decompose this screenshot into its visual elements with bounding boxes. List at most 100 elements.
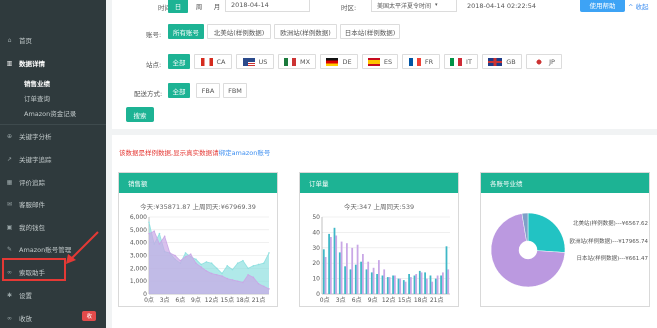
x-tick-label: 18点 — [236, 296, 250, 304]
search-button[interactable]: 搜索 — [126, 107, 154, 122]
data-point — [268, 288, 270, 290]
site-ca[interactable]: CA — [194, 54, 232, 69]
data-point — [200, 263, 202, 266]
site-de[interactable]: DE — [320, 54, 358, 69]
date-input[interactable]: 2018-04-14 — [225, 0, 310, 12]
bar — [338, 252, 341, 294]
timezone-value: 美国太平洋夏令时间 — [377, 2, 432, 10]
account-jp[interactable]: 日本站(样例数据) — [340, 24, 400, 39]
site-gb[interactable]: GB — [482, 54, 522, 69]
site-it[interactable]: IT — [444, 54, 478, 69]
ship-all[interactable]: 全部 — [168, 83, 190, 98]
sidebar-sub-orders[interactable]: 订单查询 — [24, 93, 50, 103]
data-point — [184, 255, 187, 258]
sales-panel: 销售额 今天:¥35871.87 上周同天:¥67969.39 6,000 5,0… — [118, 172, 278, 307]
data-point — [189, 253, 192, 256]
sidebar-item-keyword-tracking[interactable]: ↗ 关键字追踪 — [0, 149, 106, 169]
collapse-link[interactable]: ^ 收起 — [628, 1, 649, 11]
site-label: 站点: — [146, 61, 162, 69]
sidebar-item-data-details[interactable]: ▥ 数据详情 — [0, 53, 106, 73]
site-fr[interactable]: FR — [402, 54, 440, 69]
x-tick-label: 3点 — [336, 296, 346, 304]
sidebar-item-home[interactable]: ⌂ 首页 — [0, 30, 106, 50]
flag-it-icon — [450, 57, 463, 66]
y-tick-label: 50 — [312, 214, 320, 221]
site-label-text: FR — [424, 57, 434, 66]
data-point — [195, 258, 197, 261]
bar — [362, 254, 364, 294]
tab-week[interactable]: 周 — [189, 0, 209, 13]
bar — [431, 281, 434, 294]
orders-panel: 订单量 今天:347 上周同天:539 50 40 30 20 10 0 0点 3点 6点 9点 1… — [299, 172, 459, 307]
bar — [344, 266, 346, 294]
account-na[interactable]: 北美站(样例数据) — [207, 24, 271, 39]
sidebar-item-settings[interactable]: ✱ 设置 — [0, 285, 106, 305]
sidebar-item-collapse[interactable]: ∞ 收放 收 — [0, 308, 106, 328]
data-point — [226, 264, 229, 267]
bar — [420, 272, 423, 294]
x-tick-label: 6点 — [175, 296, 185, 304]
bar — [434, 278, 437, 294]
main-content: 时间: 日 周 月 2018-04-14 时区: 美国太平洋夏令时间 ▾ 2018… — [106, 0, 657, 328]
flag-es-icon — [367, 57, 380, 66]
data-point — [262, 285, 265, 288]
x-tick-label: 9点 — [191, 296, 201, 304]
bar — [378, 260, 380, 294]
data-point — [236, 262, 239, 264]
data-point — [262, 262, 265, 264]
sidebar-item-keyword-analysis[interactable]: ⊕ 关键字分析 — [0, 126, 106, 146]
divider — [0, 124, 106, 125]
sidebar-item-label: 评价追踪 — [19, 179, 45, 187]
sidebar-sub-funds[interactable]: Amazon资金记录 — [24, 108, 76, 118]
ship-fbm[interactable]: FBM — [223, 83, 247, 98]
sidebar-sub-sales[interactable]: 销售业绩 — [24, 78, 50, 88]
data-point — [226, 277, 229, 280]
sidebar-item-review-monitor[interactable]: ▦ 评价追踪 — [0, 172, 106, 192]
data-point — [268, 252, 270, 254]
data-point — [242, 259, 244, 262]
bar — [442, 272, 444, 294]
tab-day[interactable]: 日 — [168, 0, 188, 13]
site-all[interactable]: 全部 — [168, 54, 190, 69]
ship-fba[interactable]: FBA — [196, 83, 220, 98]
y-tick-label: 2,000 — [130, 265, 147, 272]
bar — [360, 261, 362, 294]
x-tick-label: 21点 — [430, 296, 444, 304]
timezone-select[interactable]: 美国太平洋夏令时间 ▾ — [371, 0, 457, 12]
flag-us-icon — [242, 57, 255, 66]
bar — [404, 281, 407, 294]
sidebar-item-label: 关键字追踪 — [19, 156, 52, 164]
data-point — [163, 235, 166, 238]
help-button[interactable]: 使用帮助 — [580, 0, 625, 12]
tz-label: 时区: — [341, 4, 357, 12]
orders-stat: 今天:347 上周同天:539 — [343, 203, 415, 211]
bar — [324, 257, 327, 294]
bar — [445, 246, 448, 294]
site-us[interactable]: US — [236, 54, 274, 69]
trend-icon: ↗ — [6, 155, 13, 163]
filter-panel: 时间: 日 周 月 2018-04-14 时区: 美国太平洋夏令时间 ▾ 2018… — [112, 0, 657, 129]
bind-account-link[interactable]: 绑定amazon账号 — [219, 149, 271, 157]
bar — [429, 275, 432, 294]
site-jp[interactable]: JP — [526, 54, 562, 69]
data-point — [148, 221, 150, 223]
account-eu[interactable]: 欧洲站(样例数据) — [274, 24, 337, 39]
x-tick-label: 9点 — [368, 296, 378, 304]
chart-icon: ▥ — [6, 59, 13, 67]
data-point — [236, 280, 239, 282]
pie-label: 欧洲站(样例数据)---¥17965.74 — [570, 237, 649, 245]
link-icon: ∞ — [7, 314, 12, 322]
sidebar-item-customer-mail[interactable]: ✉ 客服邮件 — [0, 194, 106, 214]
bar — [351, 247, 354, 294]
wallet-icon: ▣ — [6, 223, 13, 231]
site-mx[interactable]: MX — [278, 54, 316, 69]
flag-gb-icon — [488, 57, 503, 66]
bar — [392, 275, 394, 294]
site-es[interactable]: ES — [362, 54, 398, 69]
y-tick-label: 40 — [312, 229, 320, 236]
bar — [322, 249, 325, 294]
data-point — [200, 266, 202, 268]
tab-month[interactable]: 月 — [210, 0, 224, 13]
bar — [340, 241, 343, 294]
account-all[interactable]: 所有账号 — [168, 24, 204, 39]
